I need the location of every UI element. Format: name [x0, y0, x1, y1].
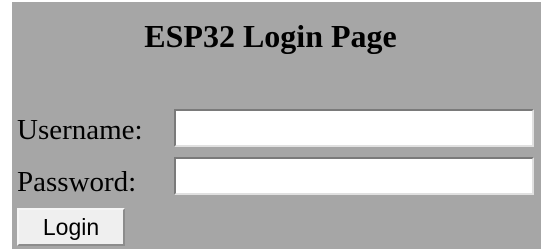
username-field[interactable]: [174, 109, 534, 147]
password-label: Password:: [17, 166, 137, 198]
username-label: Username:: [17, 114, 143, 146]
password-field[interactable]: [174, 157, 534, 195]
login-panel: ESP32 Login Page Username: Password: Log…: [12, 2, 541, 249]
login-button[interactable]: Login: [17, 208, 125, 246]
page-title: ESP32 Login Page: [144, 18, 397, 54]
